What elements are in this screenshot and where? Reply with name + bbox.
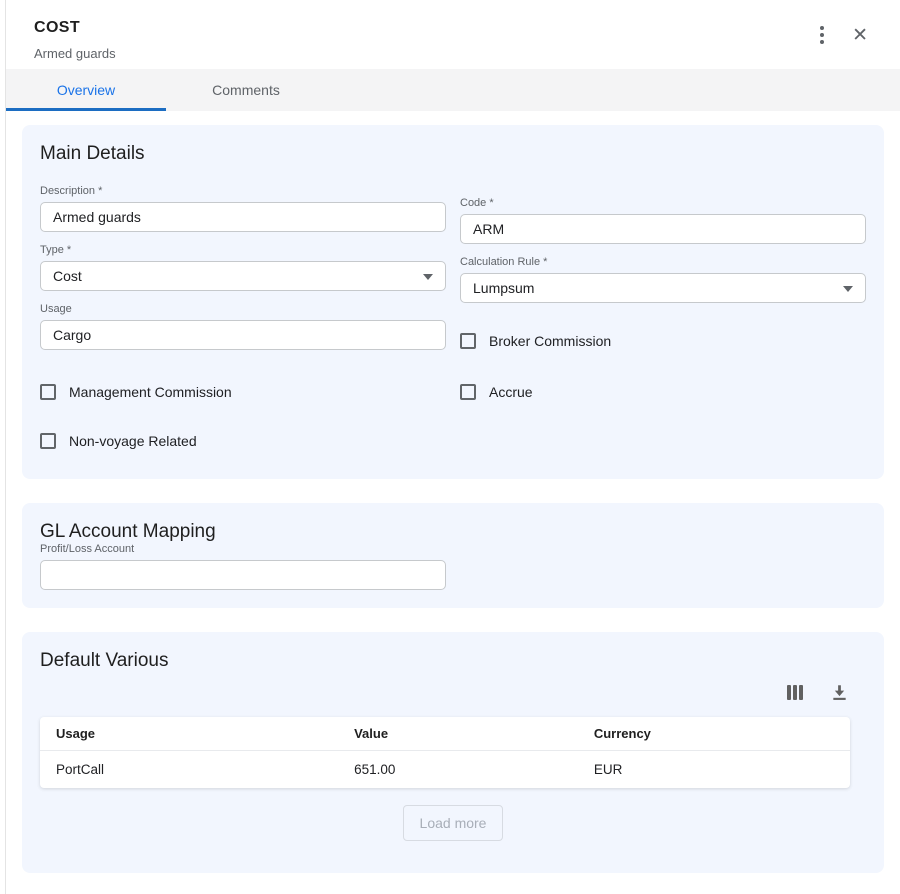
default-various-card: Default Various Usage Value Currency bbox=[22, 632, 884, 873]
cell-usage: PortCall bbox=[40, 751, 338, 788]
tab-overview[interactable]: Overview bbox=[6, 69, 166, 111]
calculation-rule-select[interactable]: Lumpsum bbox=[460, 273, 866, 303]
calculation-rule-label: Calculation Rule * bbox=[460, 256, 866, 268]
table-toolbar bbox=[40, 682, 850, 703]
calculation-rule-select-value: Lumpsum bbox=[473, 280, 534, 296]
table-row[interactable]: PortCall 651.00 EUR bbox=[40, 751, 850, 788]
profit-loss-account-input[interactable] bbox=[40, 560, 446, 590]
code-input[interactable] bbox=[460, 214, 866, 244]
broker-commission-field-group: Broker Commission bbox=[460, 315, 866, 350]
main-details-card: Main Details Description * Code * Type *… bbox=[22, 125, 884, 479]
checkbox-box bbox=[40, 384, 56, 400]
code-field-group: Code * bbox=[460, 197, 866, 244]
load-more-button[interactable]: Load more bbox=[403, 805, 504, 841]
column-header-usage: Usage bbox=[40, 717, 338, 750]
type-select-value: Cost bbox=[53, 268, 82, 284]
chevron-down-icon bbox=[843, 286, 853, 292]
panel-content: Main Details Description * Code * Type *… bbox=[6, 111, 900, 873]
profit-loss-account-field-group: Profit/Loss Account bbox=[40, 543, 866, 590]
checkbox-box bbox=[40, 433, 56, 449]
management-commission-label: Management Commission bbox=[69, 384, 232, 400]
checkbox-box bbox=[460, 384, 476, 400]
type-field-group: Type * Cost bbox=[40, 244, 446, 303]
calculation-rule-field-group: Calculation Rule * Lumpsum bbox=[460, 256, 866, 303]
chevron-down-icon bbox=[423, 274, 433, 280]
usage-input[interactable] bbox=[40, 320, 446, 350]
description-field-group: Description * bbox=[40, 185, 446, 244]
accrue-checkbox[interactable]: Accrue bbox=[460, 384, 533, 400]
management-commission-checkbox[interactable]: Management Commission bbox=[40, 384, 232, 400]
main-details-heading: Main Details bbox=[40, 143, 866, 165]
gl-account-mapping-heading: GL Account Mapping bbox=[40, 521, 866, 543]
non-voyage-related-label: Non-voyage Related bbox=[69, 433, 197, 449]
non-voyage-related-checkbox[interactable]: Non-voyage Related bbox=[40, 433, 197, 449]
tab-comments[interactable]: Comments bbox=[166, 69, 326, 111]
checkbox-box bbox=[460, 333, 476, 349]
download-icon[interactable] bbox=[829, 682, 850, 703]
cell-currency: EUR bbox=[578, 751, 850, 788]
broker-commission-label: Broker Commission bbox=[489, 333, 611, 349]
description-input[interactable] bbox=[40, 202, 446, 232]
page-title: COST bbox=[34, 19, 872, 37]
kebab-menu-icon[interactable] bbox=[818, 24, 826, 46]
tab-bar: Overview Comments bbox=[6, 69, 900, 111]
type-select[interactable]: Cost bbox=[40, 261, 446, 291]
profit-loss-account-label: Profit/Loss Account bbox=[40, 543, 866, 555]
cost-detail-panel: COST Armed guards ✕ Overview Comments Ma… bbox=[5, 0, 900, 894]
usage-label: Usage bbox=[40, 303, 446, 315]
table-header-row: Usage Value Currency bbox=[40, 717, 850, 751]
type-label: Type * bbox=[40, 244, 446, 256]
usage-field-group: Usage bbox=[40, 303, 446, 350]
column-header-currency: Currency bbox=[578, 717, 850, 750]
header-actions: ✕ bbox=[818, 24, 868, 46]
description-label: Description * bbox=[40, 185, 446, 197]
code-label: Code * bbox=[460, 197, 866, 209]
page-subtitle: Armed guards bbox=[34, 46, 872, 61]
gl-account-mapping-card: GL Account Mapping Profit/Loss Account bbox=[22, 503, 884, 608]
default-various-table: Usage Value Currency PortCall 651.00 EUR bbox=[40, 717, 850, 788]
cell-value: 651.00 bbox=[338, 751, 578, 788]
close-icon[interactable]: ✕ bbox=[852, 26, 868, 45]
panel-header: COST Armed guards ✕ bbox=[6, 0, 900, 61]
accrue-label: Accrue bbox=[489, 384, 533, 400]
columns-icon[interactable] bbox=[785, 683, 805, 702]
default-various-heading: Default Various bbox=[40, 650, 866, 672]
broker-commission-checkbox[interactable]: Broker Commission bbox=[460, 333, 611, 349]
column-header-value: Value bbox=[338, 717, 578, 750]
